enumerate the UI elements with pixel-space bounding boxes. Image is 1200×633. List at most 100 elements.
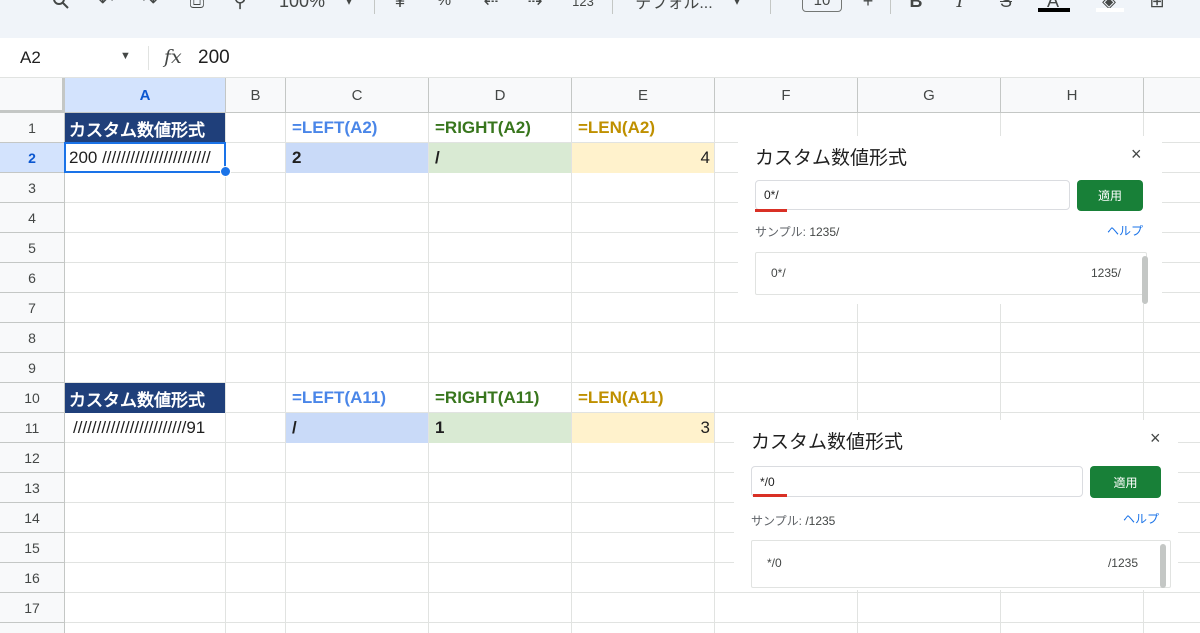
italic-button[interactable]: I — [948, 0, 972, 12]
borders-icon[interactable]: ⊞ — [1144, 0, 1170, 12]
sample-label: サンプル: — [751, 514, 802, 528]
row-header-12[interactable]: 12 — [0, 443, 65, 473]
row-header-6[interactable]: 6 — [0, 263, 65, 293]
column-header-e[interactable]: E — [572, 78, 715, 113]
input-focus-underline — [755, 209, 787, 212]
row-header-11[interactable]: 11 — [0, 413, 65, 443]
grid-line — [65, 592, 1200, 593]
number-format-button[interactable]: 123 — [566, 0, 600, 12]
row-header-2[interactable]: 2 — [0, 143, 65, 173]
row-header-15[interactable]: 15 — [0, 533, 65, 563]
sample-value: 1235/ — [809, 225, 840, 239]
cell-e11[interactable]: 3 — [572, 413, 714, 443]
cell-a11[interactable]: ////////////////////////91 — [65, 413, 225, 443]
cell-c10[interactable]: =LEFT(A11) — [286, 383, 428, 413]
redo-icon[interactable]: ↷ — [138, 0, 162, 12]
format-input[interactable]: */0 — [751, 466, 1083, 497]
list-preview-text: /1235 — [1107, 556, 1138, 570]
sample-value: /1235 — [805, 514, 836, 528]
list-scrollbar[interactable] — [1142, 256, 1148, 304]
row-header-16[interactable]: 16 — [0, 563, 65, 593]
row-header-9[interactable]: 9 — [0, 353, 65, 383]
name-box-chevron-down-icon[interactable]: ▼ — [120, 50, 131, 62]
grid-line — [285, 113, 286, 633]
font-chevron-down-icon[interactable]: ▾ — [730, 0, 744, 12]
formula-input[interactable]: 200 — [198, 47, 230, 69]
column-header-a[interactable]: A — [65, 78, 226, 113]
row-header-5[interactable]: 5 — [0, 233, 65, 263]
sample-preview: サンプル: /1235 — [751, 512, 835, 529]
percent-button[interactable]: % — [432, 0, 456, 12]
help-link[interactable]: ヘルプ — [1107, 222, 1143, 239]
strikethrough-button[interactable]: S — [994, 0, 1018, 12]
undo-icon[interactable]: ↶ — [94, 0, 118, 12]
fx-icon: fx — [164, 46, 182, 68]
row-header-17[interactable]: 17 — [0, 593, 65, 623]
cell-c1[interactable]: =LEFT(A2) — [286, 113, 428, 143]
column-header-i[interactable] — [1144, 78, 1200, 113]
column-header-f[interactable]: F — [715, 78, 858, 113]
cell-d2[interactable]: / — [429, 143, 571, 173]
custom-number-format-dialog-1: カスタム数値形式 × 0*/ 適用 サンプル: 1235/ ヘルプ 0*/ 12… — [738, 136, 1162, 304]
print-icon[interactable]: ⎙ — [184, 0, 210, 12]
column-header-g[interactable]: G — [858, 78, 1001, 113]
zoom-chevron-down-icon[interactable]: ▾ — [342, 0, 356, 12]
name-box[interactable]: A2 — [20, 48, 41, 68]
fill-color-swatch — [1096, 8, 1124, 12]
decrease-decimal-icon[interactable]: ⇠ — [478, 0, 504, 12]
help-link[interactable]: ヘルプ — [1123, 510, 1159, 527]
list-scrollbar[interactable] — [1160, 544, 1166, 588]
apply-button[interactable]: 適用 — [1077, 180, 1143, 211]
increase-font-size-button[interactable]: + — [858, 0, 878, 12]
custom-number-format-dialog-2: カスタム数値形式 × */0 適用 サンプル: /1235 ヘルプ */0 /1… — [734, 420, 1178, 590]
close-icon[interactable]: × — [1150, 428, 1161, 449]
cell-a1[interactable]: カスタム数値形式 — [65, 113, 225, 143]
formula-bar: A2 ▼ fx 200 — [0, 38, 1200, 78]
paint-format-icon[interactable]: ⚲ — [228, 0, 252, 12]
close-icon[interactable]: × — [1131, 144, 1142, 165]
zoom-select[interactable]: 100% — [272, 0, 332, 12]
cell-e2[interactable]: 4 — [572, 143, 714, 173]
column-header-b[interactable]: B — [226, 78, 286, 113]
cell-c11[interactable]: / — [286, 413, 428, 443]
bold-button[interactable]: B — [904, 0, 928, 12]
fill-handle[interactable] — [220, 166, 231, 177]
column-header-h[interactable]: H — [1001, 78, 1144, 113]
cell-d10[interactable]: =RIGHT(A11) — [429, 383, 571, 413]
cell-d1[interactable]: =RIGHT(A2) — [429, 113, 571, 143]
row-header-18[interactable]: 18 — [0, 623, 65, 633]
format-list-item[interactable]: */0 /1235 — [751, 540, 1171, 588]
search-icon[interactable] — [48, 0, 74, 12]
cell-a10[interactable]: カスタム数値形式 — [65, 383, 225, 413]
cell-d11[interactable]: 1 — [429, 413, 571, 443]
column-header-d[interactable]: D — [429, 78, 572, 113]
cell-c2[interactable]: 2 — [286, 143, 428, 173]
font-select[interactable]: デフォル... — [626, 0, 722, 12]
apply-button[interactable]: 適用 — [1090, 466, 1161, 498]
select-all-corner[interactable] — [0, 78, 65, 113]
cell-e1[interactable]: =LEN(A2) — [572, 113, 714, 143]
row-header-8[interactable]: 8 — [0, 323, 65, 353]
sample-preview: サンプル: 1235/ — [755, 223, 839, 240]
row-header-13[interactable]: 13 — [0, 473, 65, 503]
grid-line — [571, 113, 572, 633]
formula-bar-divider — [148, 46, 149, 70]
row-header-4[interactable]: 4 — [0, 203, 65, 233]
row-header-10[interactable]: 10 — [0, 383, 65, 413]
format-list-item[interactable]: 0*/ 1235/ — [755, 252, 1147, 295]
font-size-input[interactable]: 10 — [802, 0, 842, 12]
sample-label: サンプル: — [755, 225, 806, 239]
row-header-7[interactable]: 7 — [0, 293, 65, 323]
cell-e10[interactable]: =LEN(A11) — [572, 383, 714, 413]
column-header-c[interactable]: C — [286, 78, 429, 113]
increase-decimal-icon[interactable]: ⇢ — [522, 0, 548, 12]
grid-line — [65, 352, 1200, 353]
row-header-14[interactable]: 14 — [0, 503, 65, 533]
grid-line — [65, 622, 1200, 623]
row-header-1[interactable]: 1 — [0, 113, 65, 143]
row-header-3[interactable]: 3 — [0, 173, 65, 203]
dialog-title: カスタム数値形式 — [751, 432, 904, 453]
currency-icon[interactable]: ¥ — [388, 0, 412, 12]
format-input[interactable]: 0*/ — [755, 180, 1070, 210]
input-focus-underline — [753, 494, 787, 497]
